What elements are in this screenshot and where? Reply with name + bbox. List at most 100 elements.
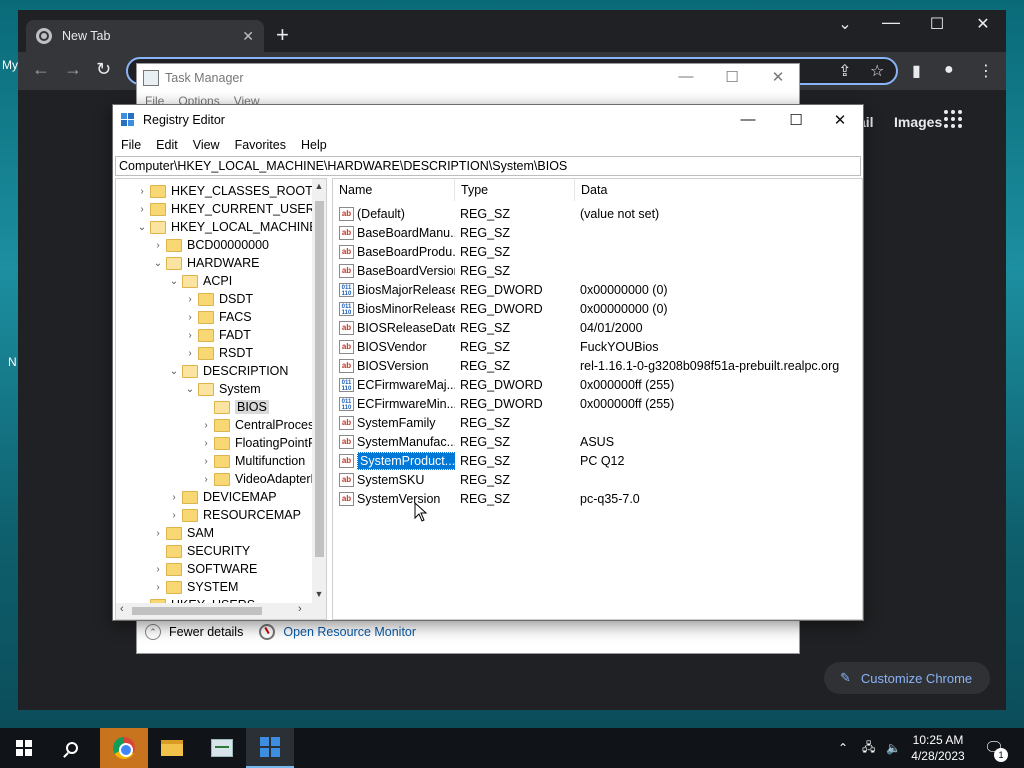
tree-item[interactable]: › RESOURCEMAP <box>166 506 301 524</box>
menu-favorites[interactable]: Favorites <box>235 138 286 152</box>
tree-item[interactable]: ⌄ HKEY_LOCAL_MACHINE <box>134 218 314 236</box>
tree-item[interactable]: › DSDT <box>182 290 253 308</box>
tree-item[interactable]: ⌄ HARDWARE <box>150 254 260 272</box>
chevron-right-icon[interactable]: › <box>198 420 214 431</box>
back-arrow-icon[interactable]: ← <box>32 59 50 80</box>
registry-value-row[interactable]: ab BaseBoardManu... REG_SZ <box>333 223 862 242</box>
menu-edit[interactable]: Edit <box>156 138 178 152</box>
registry-value-row[interactable]: ab BIOSReleaseDate REG_SZ 04/01/2000 <box>333 318 862 337</box>
chevron-right-icon[interactable]: › <box>182 294 198 305</box>
chevron-right-icon[interactable]: › <box>182 330 198 341</box>
tree-item[interactable]: ⌄ System <box>182 380 261 398</box>
maximize-button[interactable]: ☐ <box>709 68 755 86</box>
chevron-down-icon[interactable]: ⌄ <box>182 384 198 395</box>
chevron-right-icon[interactable]: › <box>182 348 198 359</box>
tab-new-tab[interactable]: New Tab ✕ <box>26 20 264 52</box>
close-button[interactable]: ✕ <box>755 68 801 86</box>
taskbar-chrome[interactable] <box>100 728 148 768</box>
chevron-right-icon[interactable]: › <box>198 474 214 485</box>
registry-value-row[interactable]: ab BaseBoardVersion REG_SZ <box>333 261 862 280</box>
chevron-down-icon[interactable]: ⌄ <box>166 366 182 377</box>
open-resource-monitor-link[interactable]: Open Resource Monitor <box>283 625 416 639</box>
clock[interactable]: 10:25 AM 4/28/2023 <box>906 732 970 764</box>
tree-item[interactable]: › Multifunction <box>198 452 305 470</box>
search-button[interactable] <box>48 728 96 768</box>
column-type[interactable]: Type <box>455 179 575 201</box>
registry-value-row[interactable]: ab SystemVersion REG_SZ pc-q35-7.0 <box>333 489 862 508</box>
new-tab-button[interactable]: + <box>276 24 289 46</box>
chevron-right-icon[interactable]: › <box>198 456 214 467</box>
registry-value-row[interactable]: 011 110 ECFirmwareMaj... REG_DWORD 0x000000f… <box>333 375 862 394</box>
chevron-right-icon[interactable]: › <box>134 186 150 197</box>
maximize-button[interactable]: ☐ <box>914 14 960 34</box>
registry-value-row[interactable]: 011 110 BiosMajorRelease REG_DWORD 0x0000000… <box>333 280 862 299</box>
close-button[interactable]: ✕ <box>817 111 863 129</box>
scrollbar-thumb[interactable] <box>315 201 324 557</box>
chevron-right-icon[interactable]: › <box>182 312 198 323</box>
chevron-right-icon[interactable]: › <box>150 564 166 575</box>
chevron-right-icon[interactable]: › <box>150 240 166 251</box>
start-button[interactable] <box>0 728 48 768</box>
tree-item[interactable]: › HKEY_CLASSES_ROOT <box>134 182 312 200</box>
maximize-button[interactable]: ☐ <box>773 111 819 129</box>
registry-value-row[interactable]: ab SystemFamily REG_SZ <box>333 413 862 432</box>
customize-chrome-button[interactable]: ✎ Customize Chrome <box>824 662 990 694</box>
tree-item[interactable]: ⌄ DESCRIPTION <box>166 362 289 380</box>
menu-help[interactable]: Help <box>301 138 327 152</box>
tree-item[interactable]: › FADT <box>182 326 251 344</box>
tree-vertical-scrollbar[interactable]: ▲ ▼ <box>312 179 326 603</box>
registry-value-row[interactable]: ab BIOSVersion REG_SZ rel-1.16.1-0-g3208b09… <box>333 356 862 375</box>
column-data[interactable]: Data <box>575 179 862 201</box>
chevron-down-icon[interactable]: ⌄ <box>134 222 150 233</box>
tree-item[interactable]: › SYSTEM <box>150 578 238 596</box>
tree-item[interactable]: ⌄ ACPI <box>166 272 232 290</box>
tree-item[interactable]: › DEVICEMAP <box>166 488 276 506</box>
tree-item[interactable]: › SOFTWARE <box>150 560 257 578</box>
tree-item[interactable]: SECURITY <box>150 542 250 560</box>
google-apps-icon[interactable] <box>944 110 962 128</box>
side-panel-icon[interactable]: ▮ <box>912 61 921 81</box>
registry-value-row[interactable]: ab BaseBoardProdu... REG_SZ <box>333 242 862 261</box>
close-button[interactable]: ✕ <box>960 14 1006 34</box>
taskbar-registry-editor[interactable] <box>246 728 294 768</box>
column-name[interactable]: Name <box>333 179 455 201</box>
close-tab-icon[interactable]: ✕ <box>242 28 254 45</box>
scroll-left-icon[interactable]: ‹ <box>120 603 124 615</box>
bookmark-star-icon[interactable]: ☆ <box>870 61 884 81</box>
chevron-right-icon[interactable]: › <box>166 510 182 521</box>
tree-item[interactable]: › FACS <box>182 308 251 326</box>
address-bar[interactable]: Computer\HKEY_LOCAL_MACHINE\HARDWARE\DES… <box>115 156 861 176</box>
taskbar-file-explorer[interactable] <box>148 728 196 768</box>
tree-item[interactable]: › CentralProcess <box>198 416 314 434</box>
menu-kebab-icon[interactable]: ⋮ <box>978 61 994 81</box>
scroll-down-icon[interactable]: ▼ <box>312 589 326 599</box>
tree-item[interactable]: › FloatingPointP <box>198 434 314 452</box>
tree-horizontal-scrollbar[interactable]: ‹ › <box>116 603 326 619</box>
chevron-up-icon[interactable]: ⌃ <box>145 624 161 640</box>
tree-item[interactable]: › HKEY_CURRENT_USER <box>134 200 314 218</box>
registry-value-row[interactable]: ab SystemManufac... REG_SZ ASUS <box>333 432 862 451</box>
chevron-right-icon[interactable]: › <box>198 438 214 449</box>
share-icon[interactable]: ⇪ <box>838 61 851 81</box>
network-icon[interactable]: 🖧 <box>862 728 875 768</box>
fewer-details-button[interactable]: Fewer details <box>169 625 243 639</box>
profile-icon[interactable]: ● <box>944 61 954 79</box>
chevron-right-icon[interactable]: › <box>150 582 166 593</box>
show-hidden-icons-chevron-icon[interactable]: ⌃ <box>838 728 848 768</box>
registry-value-row[interactable]: ab SystemProduct... REG_SZ PC Q12 <box>333 451 862 470</box>
volume-icon[interactable]: 🔈 <box>886 728 901 768</box>
chevron-down-icon[interactable]: ⌄ <box>166 276 182 287</box>
tree-item[interactable]: › RSDT <box>182 344 253 362</box>
desktop-icon-label[interactable]: My <box>2 58 18 72</box>
scrollbar-thumb[interactable] <box>132 607 262 615</box>
chevron-right-icon[interactable]: › <box>134 204 150 215</box>
scroll-up-icon[interactable]: ▲ <box>312 181 326 191</box>
tab-search-button[interactable]: ⌄ <box>822 14 868 34</box>
registry-value-row[interactable]: 011 110 BiosMinorRelease REG_DWORD 0x0000000… <box>333 299 862 318</box>
chevron-right-icon[interactable]: › <box>150 528 166 539</box>
menu-view[interactable]: View <box>193 138 220 152</box>
desktop-icon-label[interactable]: N <box>8 355 17 369</box>
reload-icon[interactable]: ↻ <box>96 59 111 80</box>
tree-item[interactable]: › SAM <box>150 524 214 542</box>
minimize-button[interactable]: — <box>663 68 709 85</box>
